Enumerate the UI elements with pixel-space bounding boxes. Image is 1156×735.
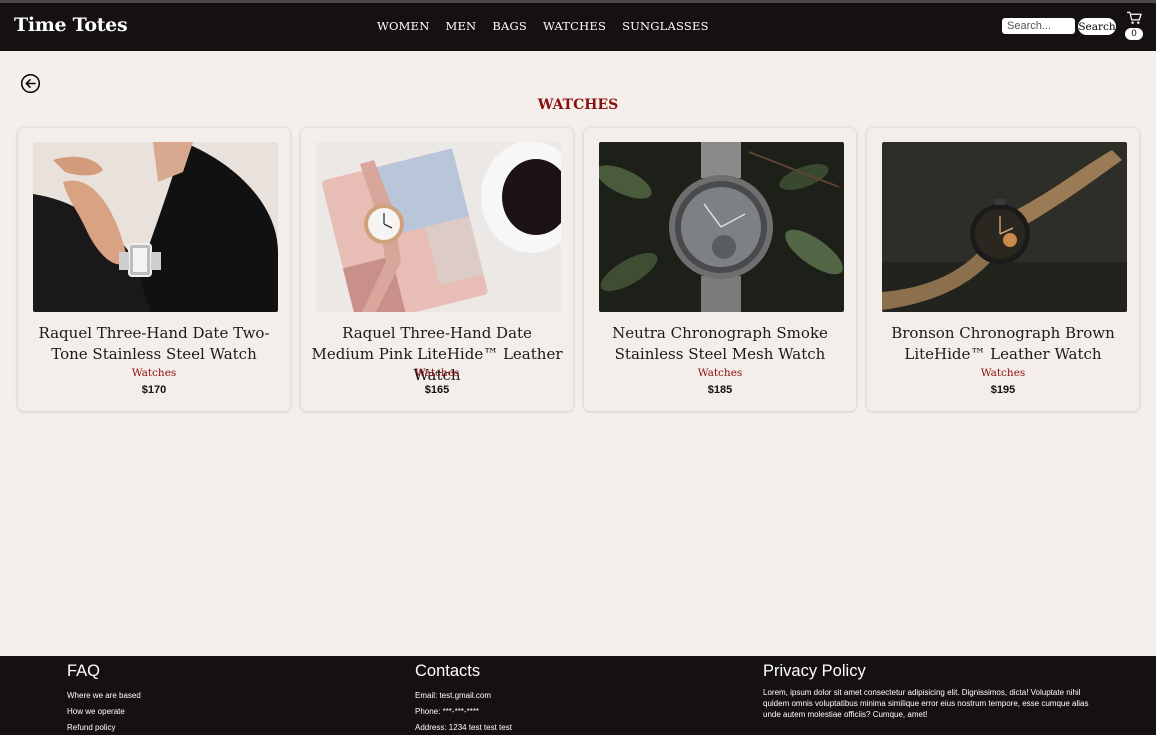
footer-privacy: Privacy Policy Lorem, ipsum dolor sit am… [763, 662, 1098, 720]
nav-sunglasses[interactable]: SUNGLASSES [622, 19, 709, 33]
shopping-cart-icon [1127, 11, 1142, 24]
product-image[interactable] [33, 142, 278, 312]
product-price: $195 [990, 384, 1016, 396]
product-name[interactable]: Bronson Chronograph Brown LiteHide™ Leat… [875, 323, 1131, 365]
main-nav: WOMEN MEN BAGS WATCHES SUNGLASSES [377, 19, 709, 33]
product-category: Watches [414, 367, 460, 379]
cart-button[interactable]: 0 [1125, 11, 1145, 43]
search-input[interactable] [1002, 18, 1075, 34]
nav-men[interactable]: MEN [445, 19, 476, 33]
product-grid: Raquel Three-Hand Date Two-Tone Stainles… [18, 128, 1139, 411]
product-price: $165 [424, 384, 450, 396]
footer-contacts: Contacts Email: test.gmail.com Phone: **… [415, 662, 512, 735]
product-name[interactable]: Raquel Three-Hand Date Two-Tone Stainles… [26, 323, 282, 365]
footer-contact-address: Address: 1234 test test test [415, 723, 512, 732]
product-price: $170 [141, 384, 167, 396]
footer-link-refund-policy[interactable]: Refund policy [67, 720, 141, 735]
back-arrow-circle-icon [20, 73, 41, 94]
product-card[interactable]: Bronson Chronograph Brown LiteHide™ Leat… [867, 128, 1139, 411]
footer-faq-title: FAQ [67, 662, 101, 680]
site-header: Time Totes WOMEN MEN BAGS WATCHES SUNGLA… [0, 3, 1156, 51]
page-title: WATCHES [537, 97, 619, 113]
footer-privacy-title: Privacy Policy [763, 662, 866, 680]
footer-link-how-operate[interactable]: How we operate [67, 704, 141, 720]
search-button[interactable]: Search [1078, 18, 1116, 35]
product-image[interactable] [882, 142, 1127, 312]
product-category: Watches [980, 367, 1026, 379]
footer-contact-email: Email: test.gmail.com [415, 691, 492, 700]
product-name[interactable]: Neutra Chronograph Smoke Stainless Steel… [592, 323, 848, 365]
footer-contacts-title: Contacts [415, 662, 481, 680]
site-footer: FAQ Where we are based How we operate Re… [0, 656, 1156, 735]
footer-contact-phone: Phone: ***-***-**** [415, 707, 480, 716]
product-category: Watches [697, 367, 743, 379]
product-category: Watches [131, 367, 177, 379]
product-price: $185 [707, 384, 733, 396]
nav-women[interactable]: WOMEN [377, 19, 429, 33]
product-card[interactable]: Neutra Chronograph Smoke Stainless Steel… [584, 128, 856, 411]
product-card[interactable]: Raquel Three-Hand Date Medium Pink LiteH… [301, 128, 573, 411]
nav-bags[interactable]: BAGS [492, 19, 527, 33]
product-card[interactable]: Raquel Three-Hand Date Two-Tone Stainles… [18, 128, 290, 411]
footer-link-where-based[interactable]: Where we are based [67, 688, 141, 704]
product-image[interactable] [599, 142, 844, 312]
footer-faq: FAQ Where we are based How we operate Re… [67, 662, 141, 735]
back-button[interactable] [20, 73, 41, 94]
cart-count-badge: 0 [1125, 28, 1143, 40]
nav-watches[interactable]: WATCHES [543, 19, 606, 33]
product-image[interactable] [316, 142, 561, 312]
brand-logo[interactable]: Time Totes [14, 14, 128, 36]
footer-privacy-text: Lorem, ipsum dolor sit amet consectetur … [763, 688, 1089, 719]
